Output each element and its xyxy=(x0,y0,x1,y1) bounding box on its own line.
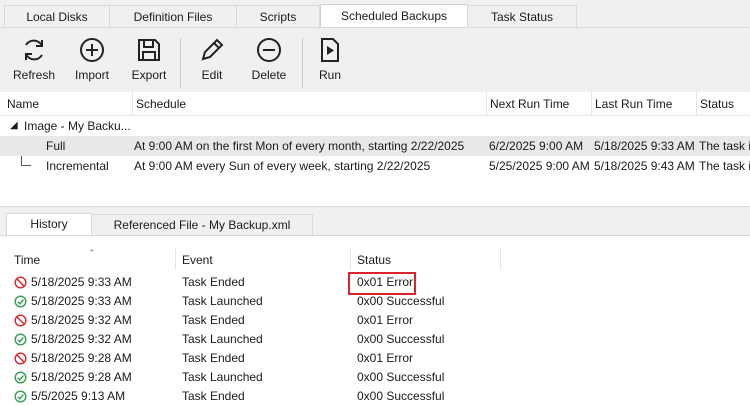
pencil-icon xyxy=(201,38,224,61)
tab-task-status[interactable]: Task Status xyxy=(467,5,577,28)
history-time: 5/5/2025 9:13 AM xyxy=(31,389,126,403)
refresh-button[interactable]: Refresh xyxy=(8,34,60,90)
schedule-group-label: Image - My Backu... xyxy=(24,119,131,133)
history-time: 5/18/2025 9:33 AM xyxy=(31,275,132,289)
schedule-group-row[interactable]: ◢ Image - My Backu... xyxy=(0,116,750,136)
edit-label: Edit xyxy=(201,68,223,82)
success-icon xyxy=(14,333,27,346)
history-time: 5/18/2025 9:33 AM xyxy=(31,294,132,308)
run-label: Run xyxy=(318,68,341,82)
schedule-next-run: 6/2/2025 9:00 AM xyxy=(489,139,584,153)
delete-label: Delete xyxy=(251,68,287,82)
error-icon xyxy=(14,314,27,327)
detail-tab-bar: History Referenced File - My Backup.xml xyxy=(0,212,750,237)
refresh-label: Refresh xyxy=(12,68,56,82)
history-event: Task Ended xyxy=(182,351,245,365)
import-label: Import xyxy=(74,68,109,82)
toolbar-separator xyxy=(302,38,303,88)
history-row[interactable]: 5/18/2025 9:28 AM Task Launched 0x00 Succe… xyxy=(0,368,750,387)
history-event: Task Ended xyxy=(182,313,245,327)
column-header-event[interactable]: Event xyxy=(175,246,350,270)
history-status: 0x00 Successful xyxy=(357,370,445,384)
column-header-name[interactable]: Name xyxy=(4,92,132,116)
plus-circle-icon xyxy=(80,38,104,62)
schedule-last-run: 5/18/2025 9:43 AM xyxy=(594,159,694,173)
toolbar: Refresh Import Export Edit Delete Run xyxy=(0,28,750,92)
export-label: Export xyxy=(131,68,167,82)
column-header-last-run[interactable]: Last Run Time xyxy=(592,92,696,116)
schedule-name: Full xyxy=(46,139,66,153)
history-time: 5/18/2025 9:32 AM xyxy=(31,332,132,346)
history-event: Task Launched xyxy=(182,332,263,346)
run-button[interactable]: Run xyxy=(304,34,356,90)
history-time: 5/18/2025 9:28 AM xyxy=(31,370,132,384)
tab-referenced-file[interactable]: Referenced File - My Backup.xml xyxy=(91,214,313,236)
success-icon xyxy=(14,371,27,384)
error-icon xyxy=(14,276,27,289)
schedule-list-header: Name Schedule Next Run Time Last Run Tim… xyxy=(0,92,750,116)
schedule-row[interactable]: Full At 9:00 AM on the first Mon of ever… xyxy=(0,136,750,156)
column-header-status[interactable]: Status xyxy=(697,92,750,116)
refresh-icon xyxy=(25,39,43,61)
error-icon xyxy=(14,352,27,365)
column-divider[interactable] xyxy=(500,248,501,270)
export-button[interactable]: Export xyxy=(123,34,175,90)
run-icon xyxy=(321,38,339,62)
tab-local-disks[interactable]: Local Disks xyxy=(4,5,110,28)
tab-scripts[interactable]: Scripts xyxy=(236,5,320,28)
history-event: Task Launched xyxy=(182,370,263,384)
error-highlight-box xyxy=(348,272,416,295)
collapse-icon[interactable]: ◢ xyxy=(10,116,22,136)
history-list-header: Time Event Status xyxy=(0,246,750,270)
edit-button[interactable]: Edit xyxy=(186,34,238,90)
sort-ascending-icon: ⌃ xyxy=(88,248,96,258)
success-icon xyxy=(14,295,27,308)
toolbar-separator xyxy=(180,38,181,88)
import-button[interactable]: Import xyxy=(66,34,118,90)
history-status: 0x01 Error xyxy=(357,351,414,365)
main-tab-bar: Local Disks Definition Files Scripts Sch… xyxy=(0,0,750,29)
tab-definition-files[interactable]: Definition Files xyxy=(109,5,237,28)
history-status: 0x01 Error xyxy=(357,313,414,327)
history-row[interactable]: 5/18/2025 9:28 AM Task Ended 0x01 Error xyxy=(0,349,750,368)
schedule-description: At 9:00 AM every Sun of every week, star… xyxy=(134,159,431,173)
history-row[interactable]: 5/18/2025 9:32 AM Task Ended 0x01 Error xyxy=(0,311,750,330)
column-header-schedule[interactable]: Schedule xyxy=(133,92,486,116)
history-status: 0x00 Successful xyxy=(357,332,445,346)
column-header-status[interactable]: Status xyxy=(350,246,500,270)
history-event: Task Launched xyxy=(182,294,263,308)
delete-button[interactable]: Delete xyxy=(243,34,295,90)
schedule-status: The task is xyxy=(699,159,750,173)
history-event: Task Ended xyxy=(182,275,245,289)
history-time: 5/18/2025 9:32 AM xyxy=(31,313,132,327)
schedule-description: At 9:00 AM on the first Mon of every mon… xyxy=(134,139,465,153)
tab-history[interactable]: History xyxy=(6,213,92,237)
history-row[interactable]: 5/5/2025 9:13 AM Task Ended 0x00 Successfu… xyxy=(0,387,750,406)
schedule-next-run: 5/25/2025 9:00 AM xyxy=(489,159,589,173)
schedule-last-run: 5/18/2025 9:33 AM xyxy=(594,139,694,153)
column-header-next-run[interactable]: Next Run Time xyxy=(487,92,591,116)
tab-divider xyxy=(0,235,750,236)
tab-scheduled-backups[interactable]: Scheduled Backups xyxy=(320,4,468,29)
history-event: Task Ended xyxy=(182,389,245,403)
schedule-name: Incremental xyxy=(46,159,109,173)
history-time: 5/18/2025 9:28 AM xyxy=(31,351,132,365)
schedule-row[interactable]: Incremental At 9:00 AM every Sun of ever… xyxy=(0,156,750,176)
save-icon xyxy=(138,39,160,61)
schedule-status: The task is xyxy=(699,139,750,153)
success-icon xyxy=(14,390,27,403)
history-status: 0x00 Successful xyxy=(357,389,445,403)
history-row[interactable]: 5/18/2025 9:32 AM Task Launched 0x00 Succe… xyxy=(0,330,750,349)
minus-circle-icon xyxy=(257,38,281,62)
